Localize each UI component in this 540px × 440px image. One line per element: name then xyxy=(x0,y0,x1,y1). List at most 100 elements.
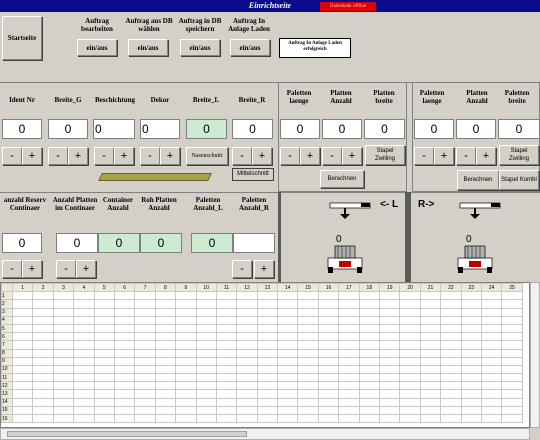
grid-column-header[interactable]: 8 xyxy=(154,283,177,293)
grid-cell[interactable] xyxy=(256,307,279,317)
grid-column-header[interactable]: 16 xyxy=(317,283,340,293)
grid-cell[interactable] xyxy=(93,413,115,424)
grid-cell[interactable] xyxy=(460,348,482,358)
table-row[interactable]: 4 xyxy=(1,315,523,325)
grid-cell[interactable] xyxy=(154,307,177,317)
grid-cell[interactable] xyxy=(399,381,421,391)
grid-column-header[interactable]: 15 xyxy=(297,283,319,293)
table-row[interactable]: 12 xyxy=(1,381,523,391)
grid-cell[interactable] xyxy=(236,291,258,301)
grid-cell[interactable] xyxy=(195,340,217,350)
grid-cell[interactable] xyxy=(154,397,177,407)
grid-cell[interactable] xyxy=(11,340,34,350)
right-anzahl-minus[interactable]: - xyxy=(456,147,476,165)
grid-cell[interactable] xyxy=(480,291,503,301)
grid-cell[interactable] xyxy=(480,373,503,383)
grid-cell[interactable] xyxy=(154,332,177,342)
grid-cell[interactable] xyxy=(52,373,75,383)
grid-cell[interactable] xyxy=(399,307,421,317)
grid-row-header[interactable]: 14 xyxy=(1,397,13,407)
grid-cell[interactable] xyxy=(256,332,279,342)
grid-cell[interactable] xyxy=(32,340,54,350)
grid-cell[interactable] xyxy=(195,323,217,334)
grid-cell[interactable] xyxy=(256,397,279,407)
grid-cell[interactable] xyxy=(297,307,319,317)
grid-cell[interactable] xyxy=(338,381,360,391)
grid-cell[interactable] xyxy=(113,291,136,301)
grid-cell[interactable] xyxy=(256,348,279,358)
grid-cell[interactable] xyxy=(399,405,421,416)
grid-cell[interactable] xyxy=(317,356,340,366)
grid-cell[interactable] xyxy=(52,332,75,342)
grid-cell[interactable] xyxy=(379,332,401,342)
grid-cell[interactable] xyxy=(440,291,462,301)
beschichtung-minus[interactable]: - xyxy=(94,147,114,165)
naesenschnitt-button[interactable]: Nasenschnitt xyxy=(186,147,228,165)
grid-cell[interactable] xyxy=(501,340,523,350)
grid-cell[interactable] xyxy=(175,315,197,325)
grid-cell[interactable] xyxy=(195,348,217,358)
grid-cell[interactable] xyxy=(154,291,177,301)
grid-cell[interactable] xyxy=(256,315,279,325)
right-anzahl-plus[interactable]: + xyxy=(476,147,496,165)
grid-cell[interactable] xyxy=(236,299,258,309)
grid-cell[interactable] xyxy=(277,397,299,407)
grid-cell[interactable] xyxy=(317,373,340,383)
breite-l-field[interactable]: 0 xyxy=(186,119,227,139)
grid-cell[interactable] xyxy=(175,299,197,309)
grid-cell[interactable] xyxy=(480,413,503,424)
platten-im-continaer-field[interactable]: 0 xyxy=(56,233,98,253)
grid-cell[interactable] xyxy=(73,291,95,301)
grid-cell[interactable] xyxy=(379,299,401,309)
grid-cell[interactable] xyxy=(297,373,319,383)
grid-cell[interactable] xyxy=(215,332,238,342)
grid-cell[interactable] xyxy=(297,332,319,342)
grid-cell[interactable] xyxy=(317,405,340,416)
grid-cell[interactable] xyxy=(134,307,156,317)
grid-cell[interactable] xyxy=(277,348,299,358)
grid-cell[interactable] xyxy=(175,397,197,407)
grid-cell[interactable] xyxy=(480,397,503,407)
grid-cell[interactable] xyxy=(399,291,421,301)
grid-cell[interactable] xyxy=(154,356,177,366)
ident-nr-field[interactable]: 0 xyxy=(2,119,42,139)
grid-cell[interactable] xyxy=(175,389,197,399)
grid-cell[interactable] xyxy=(256,389,279,399)
grid-cell[interactable] xyxy=(113,315,136,325)
grid-cell[interactable] xyxy=(338,340,360,350)
grid-cell[interactable] xyxy=(480,332,503,342)
grid-cell[interactable] xyxy=(440,340,462,350)
beschichtung-field[interactable]: 0 xyxy=(93,119,135,139)
grid-cell[interactable] xyxy=(419,291,442,301)
grid-cell[interactable] xyxy=(480,405,503,416)
grid-cell[interactable] xyxy=(175,291,197,301)
grid-cell[interactable] xyxy=(379,340,401,350)
grid-cell[interactable] xyxy=(297,413,319,424)
platten-continaer-minus[interactable]: - xyxy=(56,260,76,278)
grid-cell[interactable] xyxy=(175,381,197,391)
auftrag-bearbeiten-button[interactable]: ein/aus xyxy=(77,39,117,56)
grid-cell[interactable] xyxy=(215,356,238,366)
grid-column-header[interactable]: 18 xyxy=(358,283,381,293)
left-laenge-plus[interactable]: + xyxy=(300,147,320,165)
grid-cell[interactable] xyxy=(419,373,442,383)
grid-cell[interactable] xyxy=(134,323,156,334)
grid-column-header[interactable]: 6 xyxy=(113,283,136,293)
grid-cell[interactable] xyxy=(52,299,75,309)
grid-cell[interactable] xyxy=(32,405,54,416)
grid-column-header[interactable]: 5 xyxy=(93,283,115,293)
grid-cell[interactable] xyxy=(11,413,34,424)
grid-cell[interactable] xyxy=(73,356,95,366)
breite-r-field[interactable]: 0 xyxy=(232,119,273,139)
grid-cell[interactable] xyxy=(11,381,34,391)
grid-cell[interactable] xyxy=(419,315,442,325)
table-row[interactable]: 3 xyxy=(1,307,523,317)
grid-row-header[interactable]: 16 xyxy=(1,413,13,424)
grid-cell[interactable] xyxy=(297,397,319,407)
grid-cell[interactable] xyxy=(73,340,95,350)
grid-cell[interactable] xyxy=(440,389,462,399)
grid-cell[interactable] xyxy=(460,315,482,325)
grid-column-header[interactable]: 10 xyxy=(195,283,217,293)
grid-cell[interactable] xyxy=(358,405,381,416)
grid-cell[interactable] xyxy=(338,413,360,424)
